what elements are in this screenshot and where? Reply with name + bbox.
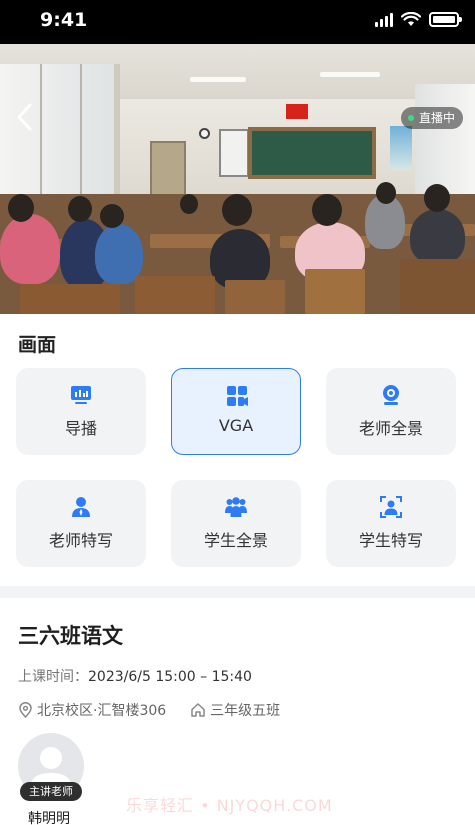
director-monitor-icon: [71, 386, 91, 404]
class-time-value: 2023/6/5 15:00 – 15:40: [88, 669, 252, 685]
campus-location: 北京校区·汇智楼306: [37, 703, 167, 719]
location-pin-icon: [19, 702, 32, 718]
view-option-vga[interactable]: VGA: [171, 368, 301, 455]
view-option-student-closeup[interactable]: 学生特写: [326, 480, 456, 567]
teacher-role-badge: 主讲老师: [20, 782, 82, 801]
status-icons: [375, 12, 462, 27]
status-bar: 9:41: [0, 0, 475, 44]
watermark: 乐享轻汇 • NJYQQH.COM: [126, 796, 333, 815]
webcam-icon: [383, 385, 399, 405]
view-option-teacher-panorama[interactable]: 老师全景: [326, 368, 456, 455]
home-class-icon: [191, 703, 205, 717]
view-option-director[interactable]: 导播: [16, 368, 146, 455]
live-status-label: 直播中: [418, 111, 455, 125]
view-option-label: 学生特写: [358, 531, 423, 550]
location-row: 北京校区·汇智楼306 三年级五班: [18, 700, 280, 720]
vga-grid-icon: [227, 386, 248, 406]
battery-icon: [429, 12, 462, 27]
back-arrow-icon[interactable]: [12, 102, 38, 132]
wifi-icon: [401, 12, 421, 26]
view-option-label: 导播: [64, 419, 97, 438]
view-option-students-panorama[interactable]: 学生全景: [171, 480, 301, 567]
status-time: 9:41: [40, 9, 88, 31]
view-option-label: 老师特写: [48, 531, 113, 550]
students-group-icon: [225, 497, 247, 517]
class-name: 三年级五班: [210, 703, 281, 719]
view-option-teacher-closeup[interactable]: 老师特写: [16, 480, 146, 567]
course-title: 三六班语文: [18, 624, 123, 648]
live-video-player[interactable]: 直播中: [0, 44, 475, 314]
view-option-label: 老师全景: [358, 419, 423, 438]
view-option-label: 学生全景: [203, 531, 268, 550]
class-time-row: 上课时间：2023/6/5 15:00 – 15:40: [18, 666, 252, 686]
view-option-label: VGA: [218, 416, 254, 435]
section-divider: [0, 586, 475, 598]
live-status-badge: 直播中: [400, 107, 463, 129]
teacher-name: 韩明明: [28, 811, 70, 825]
cellular-signal-icon: [375, 12, 393, 27]
teacher-person-icon: [72, 497, 90, 517]
class-time-label: 上课时间：: [18, 669, 88, 685]
live-dot-icon: [407, 115, 414, 121]
view-section-title: 画面: [18, 334, 57, 356]
student-focus-icon: [380, 496, 402, 518]
